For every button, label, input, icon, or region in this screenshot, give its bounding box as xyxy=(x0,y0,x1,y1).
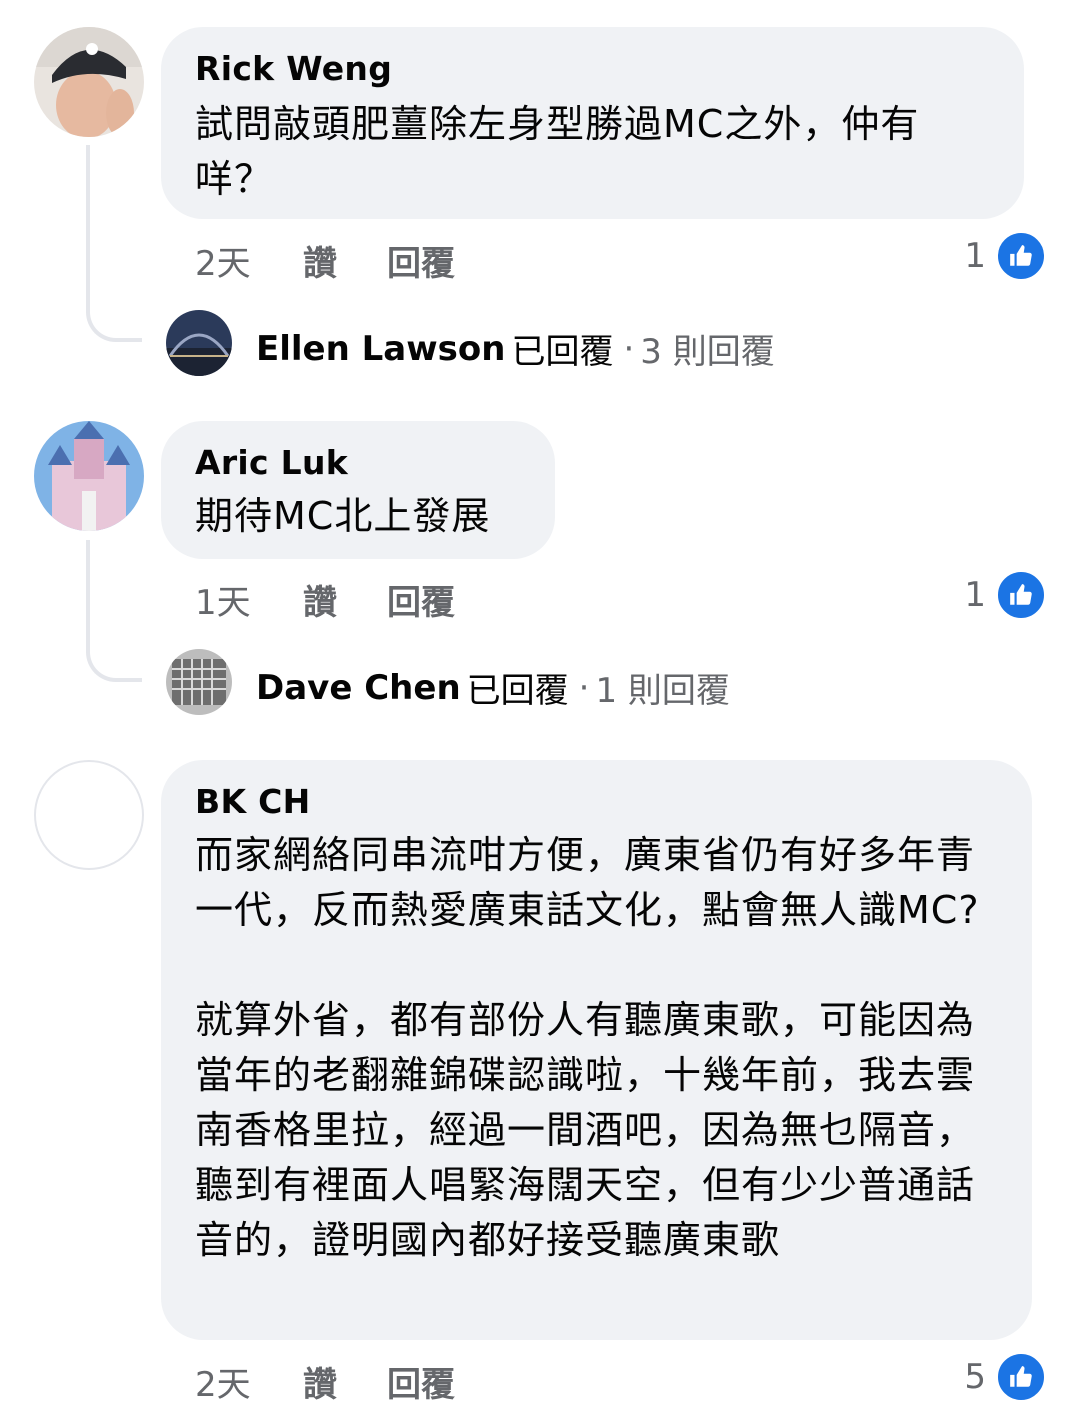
separator-dot: · xyxy=(623,328,635,369)
reply-button[interactable]: 回覆 xyxy=(387,236,455,285)
comment-bubble: Rick Weng 試問敲頭肥薑除左身型勝過MC之外，仲有咩？ xyxy=(161,27,1024,219)
reaction-summary[interactable]: 5 xyxy=(964,1352,1046,1402)
reply-author: Ellen Lawson xyxy=(256,328,506,369)
avatar-aric-luk[interactable] xyxy=(34,421,144,531)
view-replies-link[interactable]: Ellen Lawson 已回覆 · 3 則回覆 xyxy=(256,324,775,373)
reaction-count: 1 xyxy=(964,236,986,276)
comment-text: 試問敲頭肥薑除左身型勝過MC之外，仲有咩？ xyxy=(195,102,920,201)
avatar-ellen-lawson[interactable] xyxy=(166,310,232,376)
comment-actions: 1天 讚 回覆 xyxy=(195,575,455,624)
view-replies-link[interactable]: Dave Chen 已回覆 · 1 則回覆 xyxy=(256,663,730,712)
like-button[interactable]: 讚 xyxy=(303,575,387,624)
reaction-count: 5 xyxy=(964,1357,986,1397)
comment-time[interactable]: 2天 xyxy=(195,1357,303,1406)
profile-photo-icon xyxy=(34,27,144,137)
comment-text: 期待MC北上發展 xyxy=(195,494,491,538)
comment-time[interactable]: 2天 xyxy=(195,236,303,285)
comment-actions: 2天 讚 回覆 xyxy=(195,236,455,285)
castle-photo-icon xyxy=(34,421,144,531)
comment-author[interactable]: Aric Luk xyxy=(195,443,521,483)
comment-author[interactable]: Rick Weng xyxy=(195,49,990,89)
avatar-bk-ch[interactable] xyxy=(34,760,144,870)
like-button[interactable]: 讚 xyxy=(303,236,387,285)
reply-action: 已回覆 xyxy=(511,332,614,372)
like-icon xyxy=(996,1352,1046,1402)
thread-line xyxy=(86,145,142,342)
thread-line xyxy=(86,540,142,682)
reply-count: 1 則回覆 xyxy=(595,671,730,711)
reaction-summary[interactable]: 1 xyxy=(964,570,1046,620)
reply-action: 已回覆 xyxy=(466,671,569,711)
comment-time[interactable]: 1天 xyxy=(195,575,303,624)
separator-dot: · xyxy=(578,667,590,708)
reply-author: Dave Chen xyxy=(256,667,461,708)
reaction-count: 1 xyxy=(964,575,986,615)
reaction-summary[interactable]: 1 xyxy=(964,231,1046,281)
like-icon xyxy=(996,570,1046,620)
bridge-photo-icon xyxy=(166,310,232,376)
like-icon xyxy=(996,231,1046,281)
building-photo-icon xyxy=(166,649,232,715)
avatar-rick-weng[interactable] xyxy=(34,27,144,137)
comment-actions: 2天 讚 回覆 xyxy=(195,1357,455,1406)
reply-count: 3 則回覆 xyxy=(640,332,775,372)
comment-text: 而家網絡同串流咁方便，廣東省仍有好多年青一代，反而熱愛廣東話文化，點會無人識MC… xyxy=(195,833,980,1262)
comment-bubble: BK CH 而家網絡同串流咁方便，廣東省仍有好多年青一代，反而熱愛廣東話文化，點… xyxy=(161,760,1032,1340)
comment-author[interactable]: BK CH xyxy=(195,782,998,822)
avatar-dave-chen[interactable] xyxy=(166,649,232,715)
reply-button[interactable]: 回覆 xyxy=(387,1357,455,1406)
reply-button[interactable]: 回覆 xyxy=(387,575,455,624)
like-button[interactable]: 讚 xyxy=(303,1357,387,1406)
comment-bubble: Aric Luk 期待MC北上發展 xyxy=(161,421,555,559)
